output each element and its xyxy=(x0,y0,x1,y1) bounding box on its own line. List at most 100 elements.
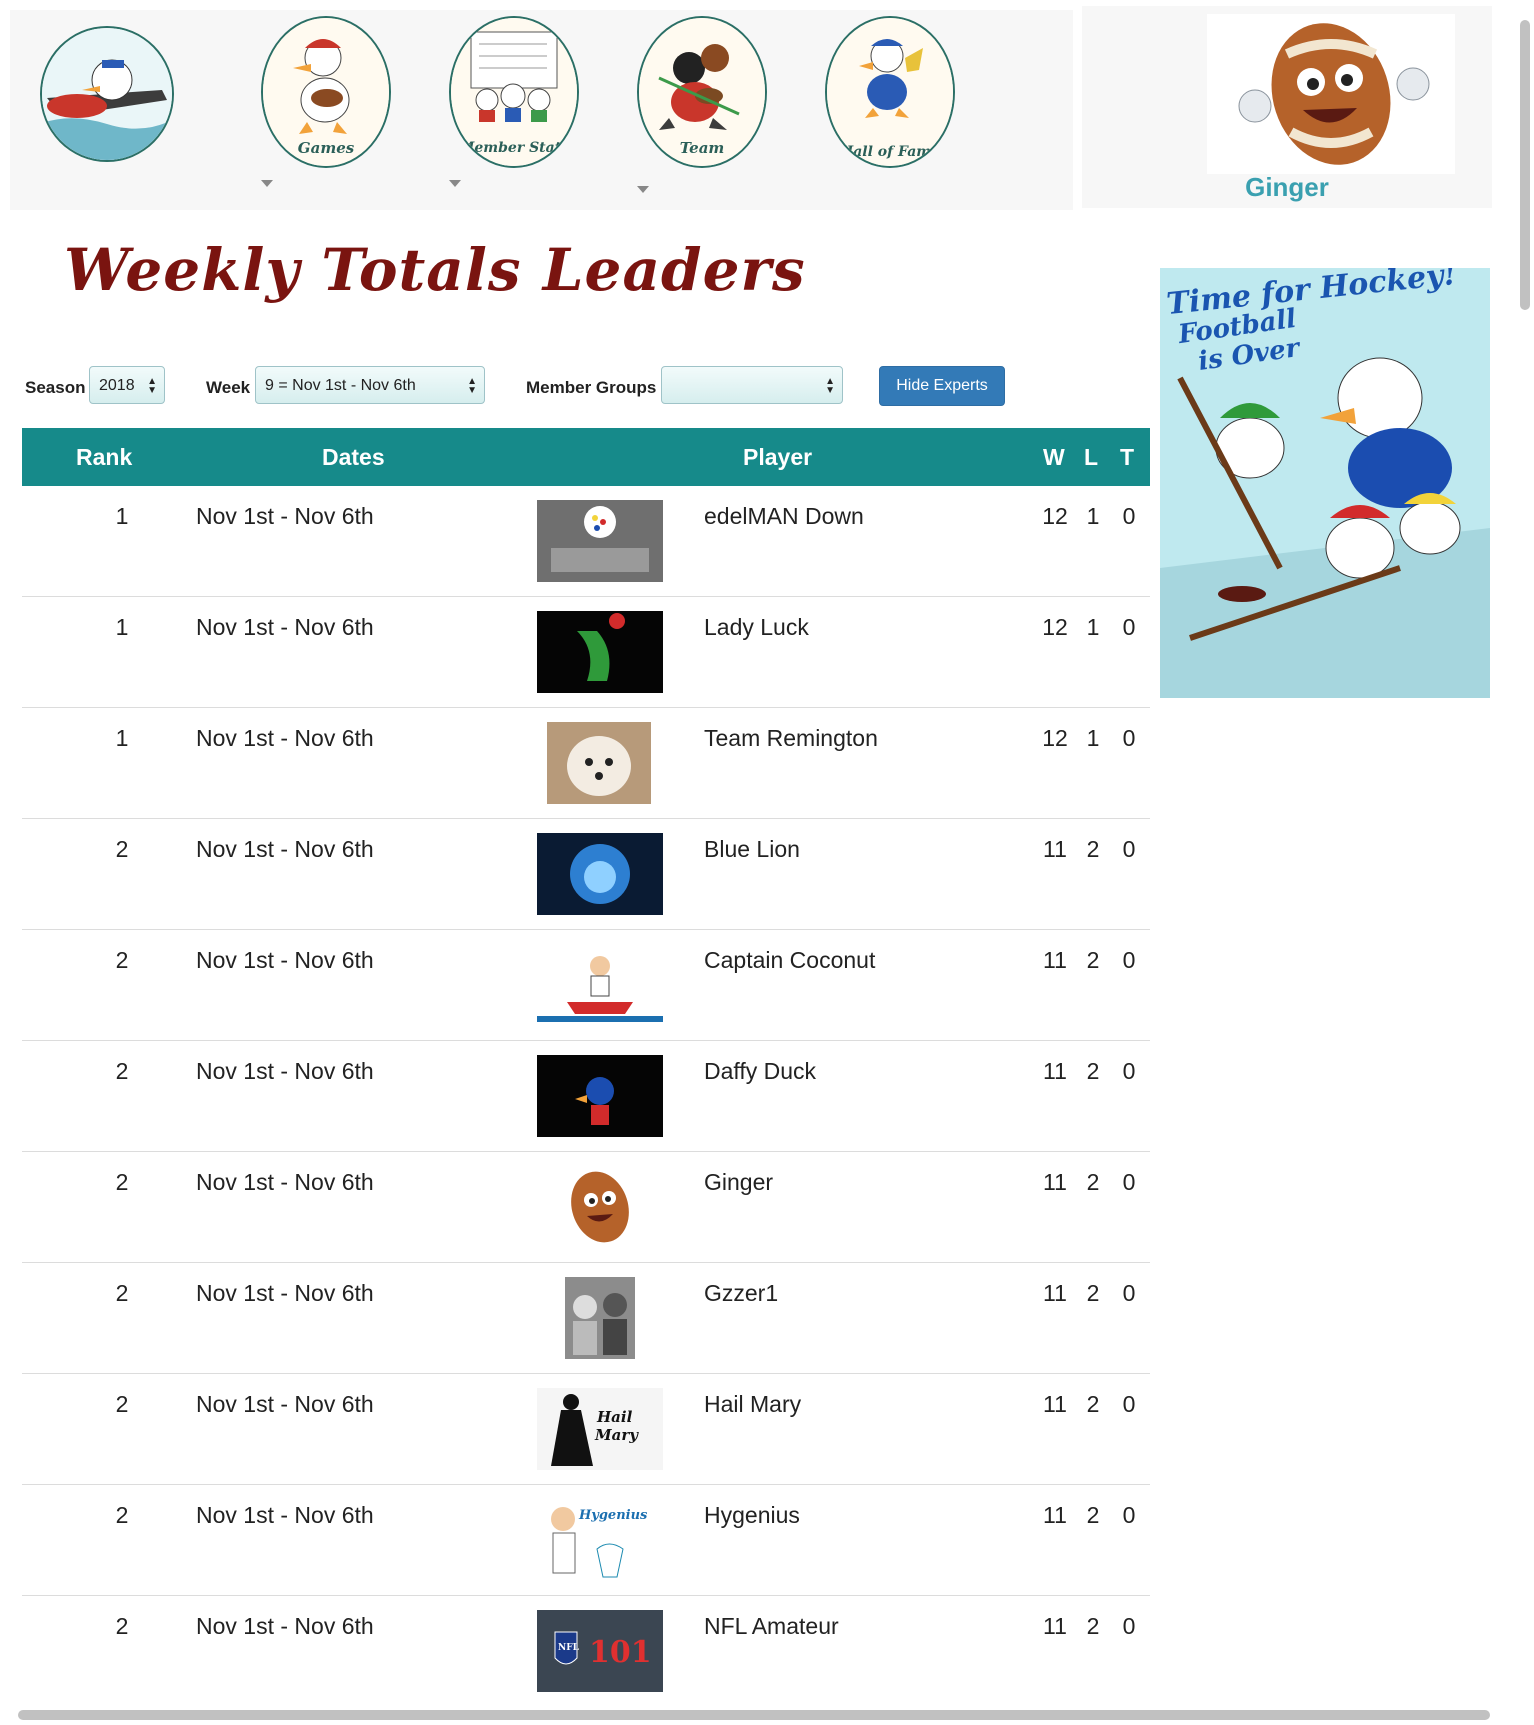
column-header-rank[interactable]: Rank xyxy=(76,444,132,471)
table-row[interactable]: 2 Nov 1st - Nov 6th Daffy Duck 11 2 0 xyxy=(22,1041,1150,1152)
player-name[interactable]: Team Remington xyxy=(704,725,878,752)
dog-image xyxy=(547,722,651,804)
table-row[interactable]: 1 Nov 1st - Nov 6th Team Remington 12 1 0 xyxy=(22,708,1150,819)
table-row[interactable]: 2 Nov 1st - Nov 6th Hygenius Hygenius 11 2 0 xyxy=(22,1485,1150,1596)
player-avatar[interactable] xyxy=(537,833,663,915)
lady-luck-image xyxy=(537,611,663,693)
table-row[interactable]: 2 Nov 1st - Nov 6th Gzzer1 11 2 0 xyxy=(22,1263,1150,1374)
player-name[interactable]: Daffy Duck xyxy=(704,1058,816,1085)
user-name[interactable]: Ginger xyxy=(1082,172,1492,203)
nav-hall-of-fame[interactable]: Hall of Fame xyxy=(820,14,960,206)
week-select-value: 9 = Nov 1st - Nov 6th xyxy=(265,377,416,394)
rank-cell: 1 xyxy=(115,725,129,751)
dates-cell: Nov 1st - Nov 6th xyxy=(196,1613,374,1639)
team-icon[interactable]: Team xyxy=(637,16,767,168)
column-header-dates[interactable]: Dates xyxy=(322,444,385,471)
nav-label-team: Team xyxy=(679,139,725,157)
player-avatar[interactable] xyxy=(537,944,663,1026)
filter-bar: Season 2018 ▲ ▼ Week 9 = Nov 1st - Nov 6t… xyxy=(24,366,1024,408)
player-avatar[interactable]: Hygenius xyxy=(537,1499,663,1581)
player-name[interactable]: edelMAN Down xyxy=(704,503,864,530)
nav-team[interactable]: Team xyxy=(632,14,772,206)
player-name[interactable]: Blue Lion xyxy=(704,836,800,863)
nfl-101-image: NFL 101 xyxy=(537,1610,663,1692)
member-groups-select[interactable]: ▲ ▼ xyxy=(661,366,843,404)
column-header-player[interactable]: Player xyxy=(743,444,812,471)
rank-cell: 2 xyxy=(115,1280,129,1306)
vertical-scrollbar[interactable] xyxy=(1512,0,1534,1725)
nav-games[interactable]: Games xyxy=(256,14,396,206)
table-row[interactable]: 2 Nov 1st - Nov 6th NFL 101 NFL Amateur 11 2 0 xyxy=(22,1596,1150,1707)
player-avatar[interactable] xyxy=(537,611,663,693)
player-name[interactable]: NFL Amateur xyxy=(704,1613,839,1640)
losses-cell: 1 xyxy=(1086,725,1100,751)
player-avatar[interactable]: NFL 101 xyxy=(537,1610,663,1692)
chevron-down-icon[interactable] xyxy=(637,186,649,193)
losses-cell: 2 xyxy=(1086,1058,1100,1084)
nav-label-member-stats: Member Stats xyxy=(458,140,570,156)
player-avatar[interactable] xyxy=(537,1277,663,1359)
player-avatar[interactable] xyxy=(537,1055,663,1137)
dates-cell: Nov 1st - Nov 6th xyxy=(196,1280,374,1306)
dates-cell: Nov 1st - Nov 6th xyxy=(196,503,374,529)
column-header-l[interactable]: L xyxy=(1084,444,1098,471)
player-name[interactable]: Gzzer1 xyxy=(704,1280,778,1307)
dates-cell: Nov 1st - Nov 6th xyxy=(196,836,374,862)
column-header-t[interactable]: T xyxy=(1120,444,1134,471)
player-avatar[interactable] xyxy=(537,722,663,804)
dates-cell: Nov 1st - Nov 6th xyxy=(196,614,374,640)
chevron-down-icon[interactable] xyxy=(261,180,273,187)
steelers-trophies-image xyxy=(537,500,663,582)
nav-label-games: Games xyxy=(297,139,355,157)
season-select[interactable]: 2018 ▲ ▼ xyxy=(89,366,165,404)
week-select[interactable]: 9 = Nov 1st - Nov 6th ▲ ▼ xyxy=(255,366,485,404)
player-avatar[interactable] xyxy=(537,1166,663,1248)
ties-cell: 0 xyxy=(1122,1169,1136,1195)
page-title: Weekly Totals Leaders xyxy=(64,236,806,304)
nav-member-stats[interactable]: Member Stats xyxy=(444,14,584,206)
rank-cell: 2 xyxy=(115,1391,129,1417)
ties-cell: 0 xyxy=(1122,1502,1136,1528)
hide-experts-button[interactable]: Hide Experts xyxy=(879,366,1005,406)
losses-cell: 2 xyxy=(1086,836,1100,862)
home-plane-icon[interactable] xyxy=(40,26,174,162)
table-row[interactable]: 2 Nov 1st - Nov 6th Blue Lion 11 2 0 xyxy=(22,819,1150,930)
player-name[interactable]: Lady Luck xyxy=(704,614,809,641)
table-row[interactable]: 2 Nov 1st - Nov 6th Hail Mary Hail Mary 11 2 0 xyxy=(22,1374,1150,1485)
losses-cell: 2 xyxy=(1086,1613,1100,1639)
player-name[interactable]: Hail Mary xyxy=(704,1391,801,1418)
losses-cell: 2 xyxy=(1086,947,1100,973)
rank-cell: 2 xyxy=(115,1502,129,1528)
ties-cell: 0 xyxy=(1122,614,1136,640)
table-row[interactable]: 1 Nov 1st - Nov 6th Lady Luck 12 1 0 xyxy=(22,597,1150,708)
table-row[interactable]: 2 Nov 1st - Nov 6th Captain Coconut 11 2 0 xyxy=(22,930,1150,1041)
table-row[interactable]: 1 Nov 1st - Nov 6th edelMAN Down 12 1 0 xyxy=(22,486,1150,597)
week-label: Week xyxy=(206,378,251,397)
dates-cell: Nov 1st - Nov 6th xyxy=(196,1502,374,1528)
losses-cell: 2 xyxy=(1086,1502,1100,1528)
hockey-ad[interactable]: Time for Hockey! Football is Over xyxy=(1160,268,1490,698)
player-name[interactable]: Captain Coconut xyxy=(704,947,875,974)
losses-cell: 2 xyxy=(1086,1280,1100,1306)
player-avatar[interactable] xyxy=(537,500,663,582)
horizontal-scrollbar-thumb[interactable] xyxy=(18,1710,1490,1720)
nav-home[interactable] xyxy=(26,14,174,206)
player-name[interactable]: Ginger xyxy=(704,1169,773,1196)
column-header-w[interactable]: W xyxy=(1043,444,1065,471)
avatar-caption: 101 xyxy=(589,1635,652,1670)
season-select-value: 2018 xyxy=(99,377,135,394)
wins-cell: 12 xyxy=(1042,725,1068,751)
horizontal-scrollbar[interactable] xyxy=(0,1702,1512,1725)
vertical-scrollbar-thumb[interactable] xyxy=(1520,20,1530,310)
user-panel[interactable]: Ginger xyxy=(1082,6,1492,208)
player-name[interactable]: Hygenius xyxy=(704,1502,800,1529)
table-row[interactable]: 2 Nov 1st - Nov 6th Ginger 11 2 0 xyxy=(22,1152,1150,1263)
member-stats-icon[interactable]: Member Stats xyxy=(449,16,579,168)
hall-of-fame-icon[interactable]: Hall of Fame xyxy=(825,16,955,168)
games-icon[interactable]: Games xyxy=(261,16,391,168)
member-groups-label: Member Groups xyxy=(526,378,657,397)
player-avatar[interactable]: Hail Mary xyxy=(537,1388,663,1470)
avatar[interactable] xyxy=(1207,14,1455,174)
chevron-down-icon[interactable] xyxy=(449,180,461,187)
ties-cell: 0 xyxy=(1122,836,1136,862)
